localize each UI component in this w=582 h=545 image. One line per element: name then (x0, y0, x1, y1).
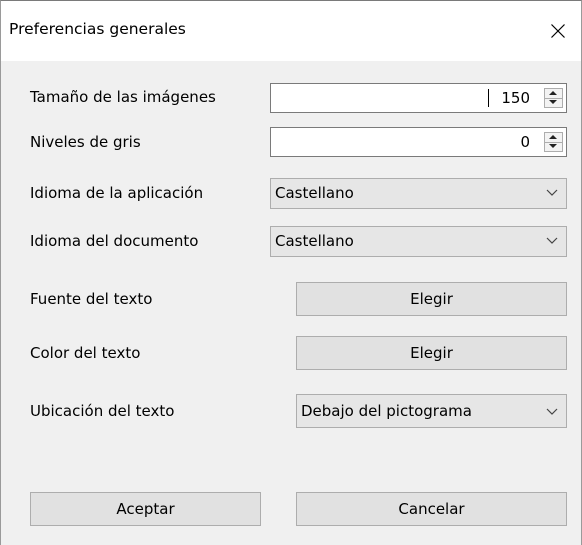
text-location-label: Ubicación del texto (30, 402, 175, 420)
app-language-select[interactable]: Castellano (270, 178, 567, 209)
image-size-spinbox[interactable]: 150 (270, 83, 567, 113)
image-size-stepper[interactable] (544, 88, 563, 108)
text-caret (488, 89, 489, 107)
image-size-value: 150 (501, 89, 530, 107)
gray-levels-spinbox[interactable]: 0 (270, 127, 567, 157)
gray-levels-label: Niveles de gris (30, 133, 141, 151)
app-language-label: Idioma de la aplicación (30, 184, 204, 202)
preferences-dialog: Preferencias generales Tamaño de las imá… (0, 0, 582, 545)
choose-color-button[interactable]: Elegir (296, 336, 567, 370)
app-language-value: Castellano (275, 184, 354, 202)
gray-levels-stepper[interactable] (544, 132, 563, 152)
text-color-label: Color del texto (30, 344, 141, 362)
gray-levels-value: 0 (520, 133, 530, 151)
spin-down-icon[interactable] (545, 98, 562, 107)
doc-language-value: Castellano (275, 232, 354, 250)
title-bar: Preferencias generales (1, 1, 581, 61)
chevron-down-icon (546, 237, 558, 244)
image-size-label: Tamaño de las imágenes (30, 88, 216, 106)
doc-language-select[interactable]: Castellano (270, 226, 567, 257)
chevron-down-icon (546, 189, 558, 196)
text-location-value: Debajo del pictograma (301, 402, 472, 420)
chevron-down-icon (546, 408, 558, 415)
close-button[interactable] (535, 1, 581, 61)
accept-button[interactable]: Aceptar (30, 492, 261, 526)
text-location-select[interactable]: Debajo del pictograma (296, 394, 567, 428)
cancel-button[interactable]: Cancelar (296, 492, 567, 526)
doc-language-label: Idioma del documento (30, 232, 199, 250)
close-icon (551, 24, 565, 38)
window-title: Preferencias generales (9, 20, 186, 38)
text-font-label: Fuente del texto (30, 290, 153, 308)
choose-font-button[interactable]: Elegir (296, 282, 567, 316)
spin-down-icon[interactable] (545, 142, 562, 151)
